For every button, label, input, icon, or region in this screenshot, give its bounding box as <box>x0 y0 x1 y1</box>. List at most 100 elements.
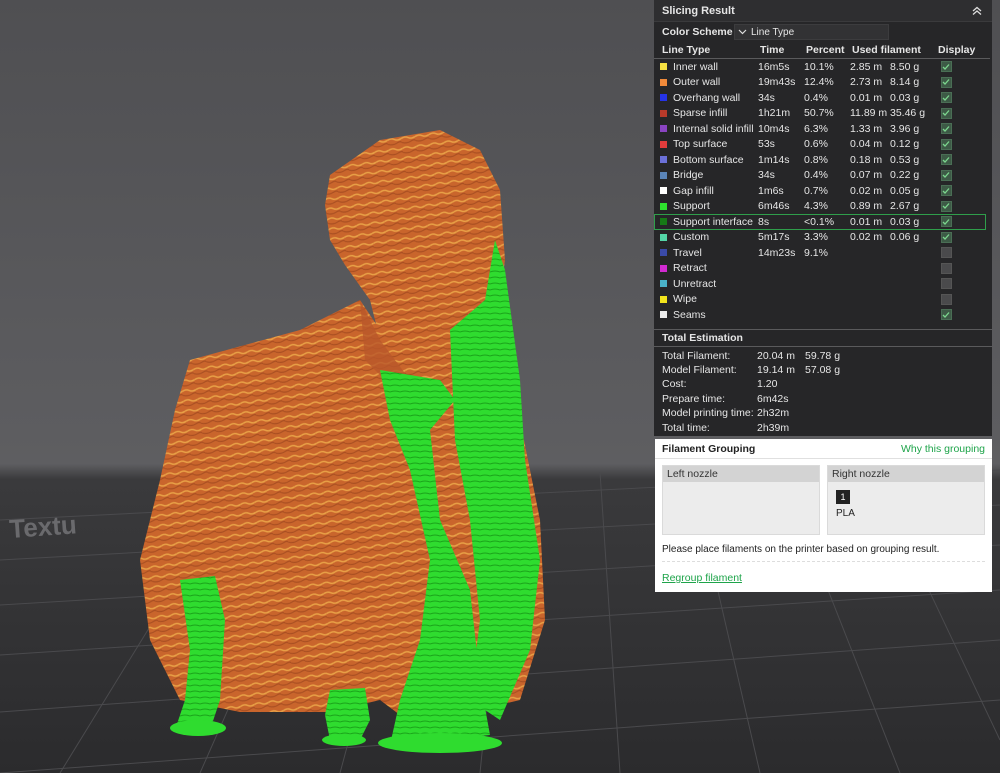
display-checkbox[interactable] <box>940 107 952 119</box>
display-checkbox[interactable] <box>940 247 952 259</box>
line-type-cell: Bridge <box>660 169 756 181</box>
line-type-name: Inner wall <box>673 60 718 73</box>
display-checkbox[interactable] <box>940 76 952 88</box>
time-cell: 8s <box>758 215 770 228</box>
collapse-icon[interactable] <box>970 4 984 18</box>
nozzle-boxes: Left nozzle Right nozzle 1 PLA <box>655 459 992 535</box>
time-cell: 14m23s <box>758 246 796 259</box>
table-row[interactable]: Gap infill 1m6s 0.7% 0.02 m 0.05 g <box>654 183 992 199</box>
color-scheme-label: Color Scheme <box>662 26 733 38</box>
total-row: Cost: 1.20 <box>654 377 992 391</box>
color-swatch <box>660 125 667 133</box>
table-row[interactable]: Internal solid infill 10m4s 6.3% 1.33 m 3.96… <box>654 121 992 137</box>
why-grouping-link[interactable]: Why this grouping <box>901 443 985 455</box>
percent-cell: 4.3% <box>804 200 828 213</box>
regroup-filament-link[interactable]: Regroup filament <box>655 562 992 584</box>
display-checkbox[interactable] <box>940 185 952 197</box>
display-checkbox[interactable] <box>940 309 952 321</box>
table-row[interactable]: Support interface 8s <0.1% 0.01 m 0.03 g <box>654 214 986 230</box>
line-type-name: Unretract <box>673 277 717 290</box>
weight-cell: 0.06 g <box>890 231 920 244</box>
plate-label: Textu <box>8 509 77 544</box>
left-nozzle-box[interactable]: Left nozzle <box>662 465 820 535</box>
panel-title: Slicing Result <box>662 4 735 17</box>
display-checkbox[interactable] <box>940 138 952 150</box>
line-type-name: Bridge <box>673 169 704 182</box>
table-row[interactable]: Custom 5m17s 3.3% 0.02 m 0.06 g <box>654 230 992 246</box>
display-checkbox[interactable] <box>940 262 952 274</box>
checkmark-icon <box>942 311 950 318</box>
checkmark-icon <box>942 187 950 194</box>
length-cell: 2.73 m <box>850 76 883 89</box>
line-type-cell: Gap infill <box>660 185 756 197</box>
grouping-header: Filament Grouping Why this grouping <box>655 439 992 459</box>
color-swatch <box>660 295 667 303</box>
line-type-cell: Top surface <box>660 138 756 150</box>
length-cell: 0.01 m <box>850 215 883 228</box>
display-checkbox[interactable] <box>940 169 952 181</box>
length-cell: 0.02 m <box>850 184 883 197</box>
display-checkbox[interactable] <box>940 200 952 212</box>
percent-cell: 0.4% <box>804 91 828 104</box>
table-row[interactable]: Outer wall 19m43s 12.4% 2.73 m 8.14 g <box>654 75 992 91</box>
display-checkbox[interactable] <box>940 92 952 104</box>
percent-cell: 0.8% <box>804 153 828 166</box>
display-checkbox[interactable] <box>940 278 952 290</box>
display-checkbox[interactable] <box>940 231 952 243</box>
color-swatch <box>660 264 667 272</box>
table-row[interactable]: Inner wall 16m5s 10.1% 2.85 m 8.50 g <box>654 59 992 75</box>
table-row[interactable]: Unretract <box>654 276 992 292</box>
line-type-name: Travel <box>673 246 702 259</box>
total-value-secondary: 57.08 g <box>805 364 841 377</box>
time-cell: 1m6s <box>758 184 784 197</box>
table-row[interactable]: Overhang wall 34s 0.4% 0.01 m 0.03 g <box>654 90 992 106</box>
display-checkbox[interactable] <box>940 61 952 73</box>
right-nozzle-box[interactable]: Right nozzle 1 PLA <box>827 465 985 535</box>
total-row: Prepare time: 6m42s <box>654 392 992 406</box>
weight-cell: 0.12 g <box>890 138 920 151</box>
line-type-name: Support interface <box>673 215 753 228</box>
total-key: Total Filament: <box>662 349 731 362</box>
time-cell: 34s <box>758 91 775 104</box>
line-type-name: Gap infill <box>673 184 714 197</box>
table-row[interactable]: Bottom surface 1m14s 0.8% 0.18 m 0.53 g <box>654 152 992 168</box>
length-cell: 11.89 m <box>850 107 888 120</box>
total-key: Total time: <box>662 421 710 434</box>
line-type-cell: Seams <box>660 309 756 321</box>
line-type-name: Retract <box>673 262 707 275</box>
color-scheme-select[interactable]: Line Type <box>734 24 889 40</box>
total-value-secondary: 59.78 g <box>805 349 841 362</box>
table-row[interactable]: Seams <box>654 307 992 323</box>
weight-cell: 0.53 g <box>890 153 920 166</box>
display-checkbox[interactable] <box>940 154 952 166</box>
weight-cell: 8.14 g <box>890 76 920 89</box>
filament-chip[interactable]: 1 PLA <box>836 490 866 519</box>
percent-cell: <0.1% <box>804 215 835 228</box>
total-row: Total Filament: 20.04 m 59.78 g <box>654 349 992 363</box>
checkmark-icon <box>942 141 950 148</box>
checkmark-icon <box>942 79 950 86</box>
color-swatch <box>660 280 667 288</box>
display-checkbox[interactable] <box>940 293 952 305</box>
display-checkbox[interactable] <box>940 216 952 228</box>
table-row[interactable]: Support 6m46s 4.3% 0.89 m 2.67 g <box>654 199 992 215</box>
filament-grouping-panel: Filament Grouping Why this grouping Left… <box>655 439 992 592</box>
total-value: 2h32m <box>757 407 790 420</box>
color-swatch <box>660 249 667 257</box>
length-cell: 1.33 m <box>850 122 883 135</box>
checkmark-icon <box>942 172 950 179</box>
color-swatch <box>660 187 667 195</box>
table-row[interactable]: Sparse infill 1h21m 50.7% 11.89 m 35.46 g <box>654 106 992 122</box>
weight-cell: 0.03 g <box>890 91 920 104</box>
table-row[interactable]: Bridge 34s 0.4% 0.07 m 0.22 g <box>654 168 992 184</box>
percent-cell: 6.3% <box>804 122 828 135</box>
line-type-list: Inner wall 16m5s 10.1% 2.85 m 8.50 g Outer wa… <box>654 59 992 323</box>
table-row[interactable]: Travel 14m23s 9.1% <box>654 245 992 261</box>
percent-cell: 10.1% <box>804 60 834 73</box>
table-row[interactable]: Wipe <box>654 292 992 308</box>
display-checkbox[interactable] <box>940 123 952 135</box>
color-scheme-value: Line Type <box>751 26 795 38</box>
table-row[interactable]: Retract <box>654 261 992 277</box>
length-cell: 0.18 m <box>850 153 883 166</box>
table-row[interactable]: Top surface 53s 0.6% 0.04 m 0.12 g <box>654 137 992 153</box>
